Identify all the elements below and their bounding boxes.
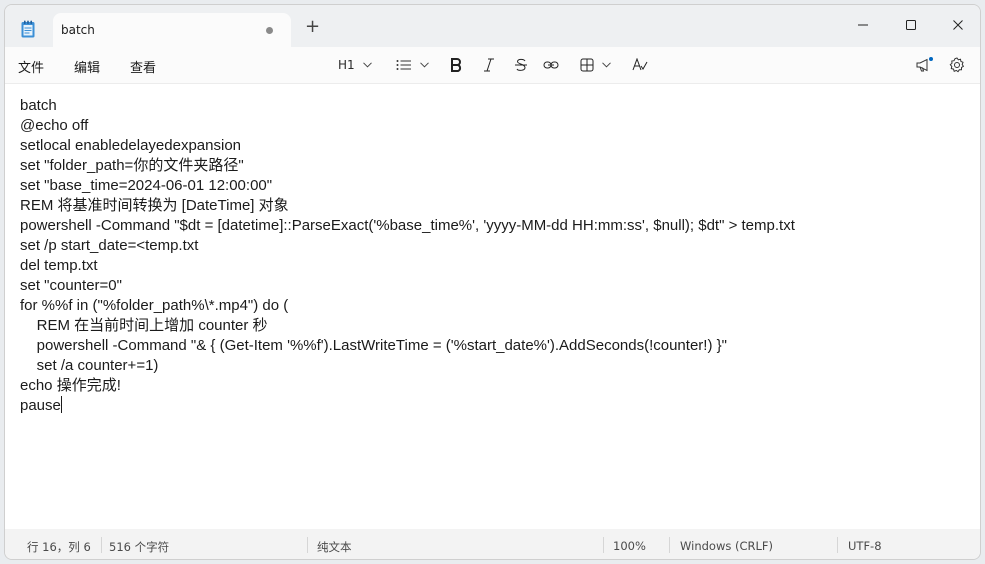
chevron-down-icon <box>362 62 372 68</box>
minimize-icon <box>858 24 868 26</box>
chevron-down-icon <box>602 62 611 68</box>
whats-new-button[interactable] <box>915 55 933 75</box>
editor-line: for %%f in ("%folder_path%\*.mp4") do ( <box>20 297 289 314</box>
italic-icon <box>484 58 494 72</box>
clear-formatting-button[interactable] <box>632 55 648 75</box>
table-icon <box>580 58 594 72</box>
italic-button[interactable] <box>483 55 495 75</box>
list-dropdown[interactable] <box>396 55 429 75</box>
zoom-level[interactable]: 100% <box>613 539 646 553</box>
heading-label: H1 <box>338 58 355 72</box>
editor-line: REM 在当前时间上增加 counter 秒 <box>20 317 268 334</box>
editor-line: del temp.txt <box>20 257 98 274</box>
maximize-button[interactable] <box>891 12 931 38</box>
encoding[interactable]: UTF-8 <box>848 539 882 553</box>
editor-line: set /a counter+=1) <box>20 357 159 374</box>
unsaved-dot-icon[interactable] <box>266 27 273 34</box>
tab-title: batch <box>61 23 95 37</box>
notepad-app-icon <box>21 20 35 38</box>
text-editor[interactable]: batch @echo off setlocal enabledelayedex… <box>5 83 980 529</box>
editor-line: REM 将基准时间转换为 [DateTime] 对象 <box>20 197 289 214</box>
editor-line: setlocal enabledelayedexpansion <box>20 137 242 154</box>
notepad-window: batch + 文件 编辑 查看 H1 batch @echo off setl… <box>4 4 981 560</box>
menu-file[interactable]: 文件 <box>18 57 44 76</box>
strikethrough-button[interactable] <box>514 55 528 75</box>
menu-bar: 文件 编辑 查看 H1 <box>5 47 980 83</box>
gear-icon <box>949 57 965 73</box>
editor-line: batch <box>20 97 57 114</box>
editor-line-text: pause <box>20 397 61 414</box>
cursor-position[interactable]: 行 16，列 6 <box>27 539 91 555</box>
title-bar: batch + <box>5 5 980 47</box>
text-caret <box>60 396 62 413</box>
strikethrough-icon <box>515 58 527 71</box>
bold-button[interactable] <box>450 55 462 75</box>
text-format[interactable]: 纯文本 <box>317 539 352 555</box>
line-ending[interactable]: Windows (CRLF) <box>680 539 773 553</box>
editor-line: set "base_time=2024-06-01 12:00:00" <box>20 177 273 194</box>
table-dropdown[interactable] <box>580 55 611 75</box>
link-button[interactable] <box>543 55 559 75</box>
new-tab-button[interactable]: + <box>305 18 320 36</box>
menu-view[interactable]: 查看 <box>130 57 156 76</box>
heading-dropdown[interactable]: H1 <box>338 55 372 75</box>
editor-line: echo 操作完成! <box>20 377 121 394</box>
editor-line: set /p start_date=<temp.txt <box>20 237 199 254</box>
minimize-button[interactable] <box>843 12 883 38</box>
status-divider <box>101 537 102 553</box>
editor-line-last: pause <box>20 396 795 416</box>
editor-line: @echo off <box>20 117 89 134</box>
close-button[interactable] <box>938 12 978 38</box>
menu-edit[interactable]: 编辑 <box>74 57 100 76</box>
character-count: 516 个字符 <box>109 540 170 554</box>
editor-content: batch @echo off setlocal enabledelayedex… <box>20 96 795 416</box>
megaphone-icon <box>916 57 933 72</box>
settings-button[interactable] <box>949 55 965 75</box>
document-tab[interactable]: batch <box>53 13 291 47</box>
editor-line: set "counter=0" <box>20 277 122 294</box>
close-icon <box>953 20 963 30</box>
status-divider <box>837 537 838 553</box>
status-bar: 行 16，列 6 516 个字符 纯文本 100% Windows (CRLF)… <box>5 529 980 559</box>
editor-line: powershell -Command "& { (Get-Item '%%f'… <box>20 337 727 354</box>
editor-line: set "folder_path=你的文件夹路径" <box>20 157 244 174</box>
status-divider <box>603 537 604 553</box>
link-icon <box>543 61 559 69</box>
clear-formatting-icon <box>632 58 648 71</box>
status-divider <box>669 537 670 553</box>
status-divider <box>307 537 308 553</box>
editor-line: powershell -Command "$dt = [datetime]::P… <box>20 217 795 234</box>
maximize-icon <box>906 20 916 30</box>
chevron-down-icon <box>420 62 429 68</box>
bulleted-list-icon <box>396 60 411 70</box>
bold-icon <box>451 58 462 72</box>
